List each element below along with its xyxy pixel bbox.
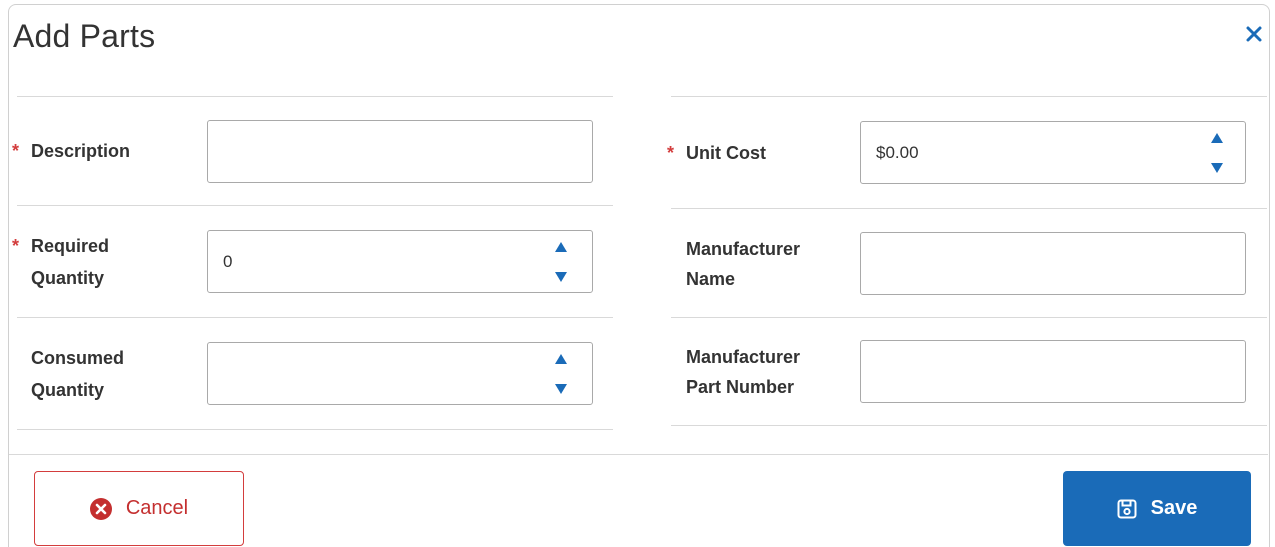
consumed-quantity-label-line1: Consumed [31,348,125,368]
divider [17,205,613,206]
consumed-quantity-label-line2: Quantity [31,380,105,400]
description-input[interactable] [207,120,593,183]
save-label: Save [1150,497,1198,519]
unit-cost-stepper[interactable]: $0.00 [860,121,1246,184]
cancel-label: Cancel [125,497,189,519]
required-marker: * [12,141,20,161]
manufacturer-part-number-label-line1: Manufacturer [686,347,801,367]
unit-cost-label: Unit Cost [686,143,766,163]
divider [671,425,1267,426]
consumed-quantity-stepper[interactable] [207,342,593,405]
manufacturer-part-number-input[interactable] [860,340,1246,403]
manufacturer-name-input[interactable] [860,232,1246,295]
caret-up-icon[interactable] [1211,133,1223,143]
required-quantity-spinner[interactable] [552,242,570,282]
save-button[interactable]: Save [1063,471,1251,546]
close-button[interactable] [1242,22,1266,46]
dialog-title: Add Parts [13,18,156,54]
divider [671,96,1267,97]
manufacturer-part-number-label-line2: Part Number [686,377,795,397]
caret-down-icon[interactable] [1211,163,1223,173]
required-marker: * [12,236,20,256]
unit-cost-value: $0.00 [876,143,919,162]
manufacturer-name-label-line2: Name [686,269,736,289]
divider [17,317,613,318]
divider [671,208,1267,209]
required-quantity-label-line2: Quantity [31,268,105,288]
required-quantity-label-line1: Required [31,236,110,256]
consumed-quantity-spinner[interactable] [552,354,570,394]
description-label: Description [31,141,131,161]
divider [671,317,1267,318]
unit-cost-spinner[interactable] [1208,133,1226,173]
required-quantity-value: 0 [223,252,233,271]
manufacturer-name-label-line1: Manufacturer [686,239,801,259]
divider [17,429,613,430]
times-circle-icon [89,497,112,520]
save-icon [1117,499,1137,518]
cancel-button[interactable]: Cancel [34,471,244,546]
divider [17,96,613,97]
caret-down-icon[interactable] [555,384,567,394]
close-icon [1246,26,1262,42]
caret-down-icon[interactable] [555,272,567,282]
footer-divider [9,454,1268,455]
required-quantity-stepper[interactable]: 0 [207,230,593,293]
caret-up-icon[interactable] [555,242,567,252]
caret-up-icon[interactable] [555,354,567,364]
required-marker: * [667,143,675,163]
